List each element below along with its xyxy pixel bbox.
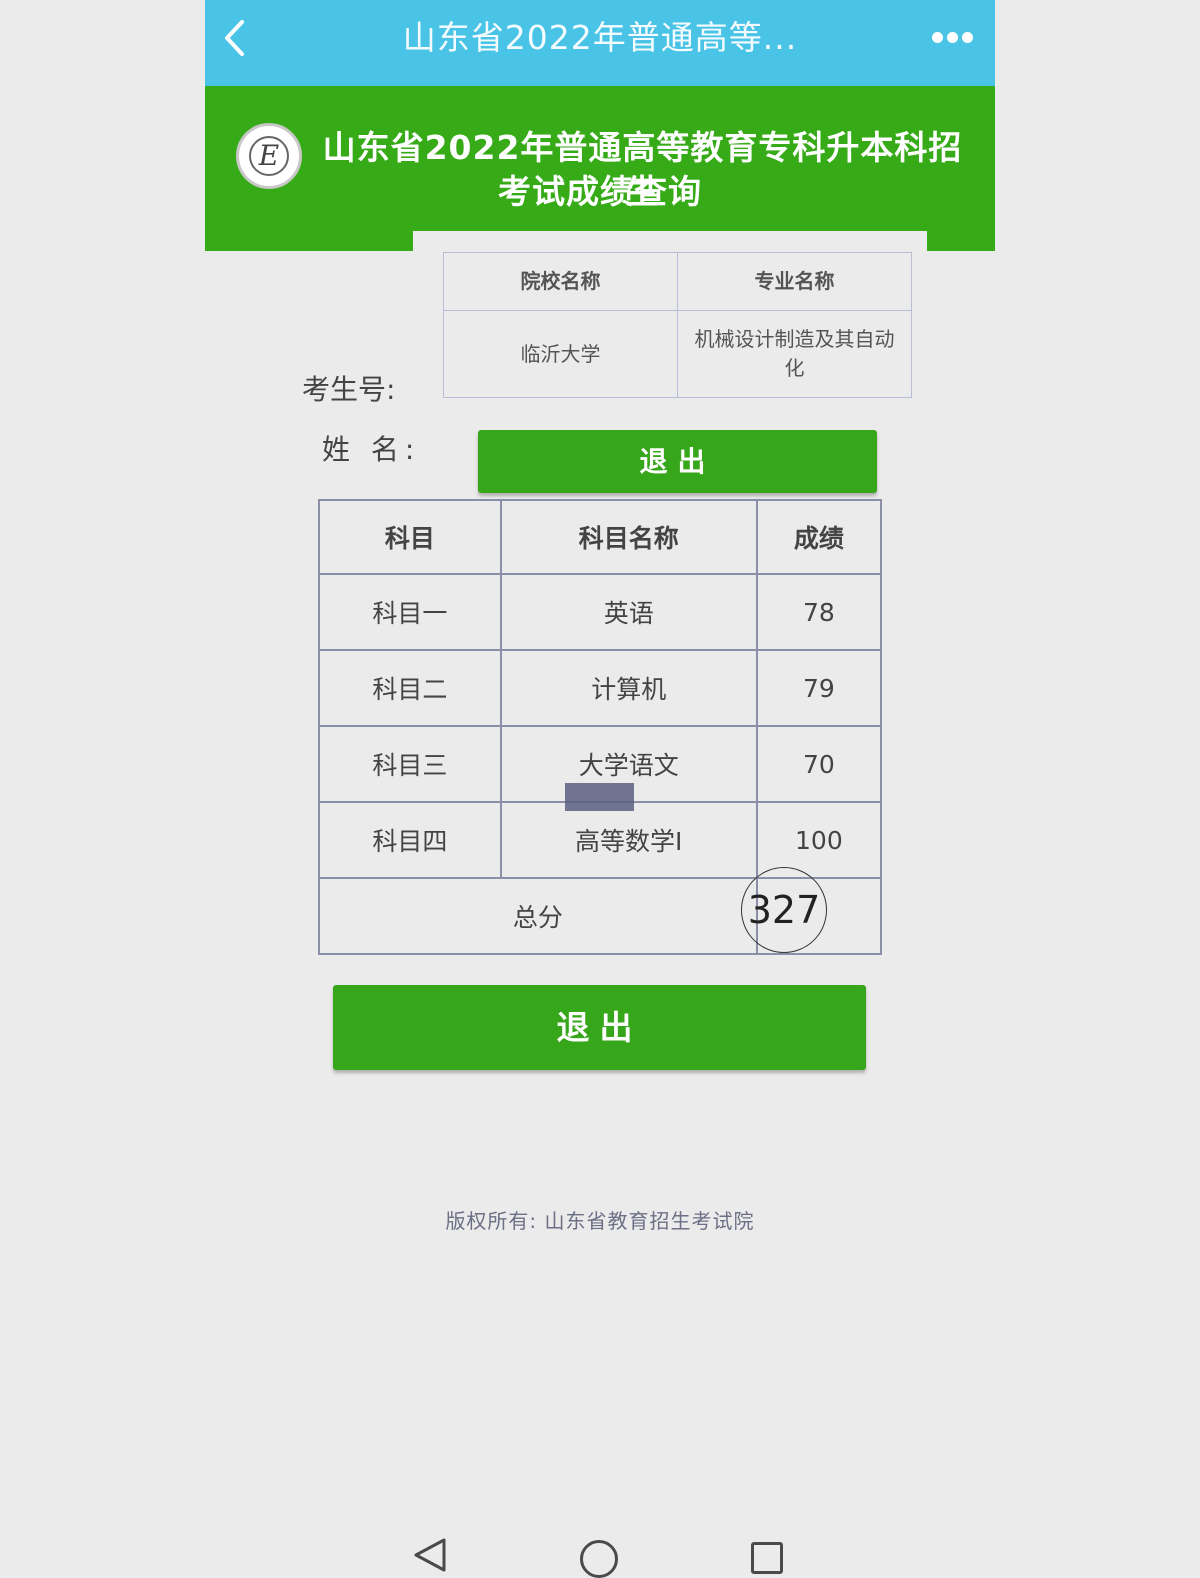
page-title-line2: 考试成绩查询 [498, 172, 702, 211]
name-label: 姓 名: [322, 433, 421, 466]
nav-recent-icon[interactable] [751, 1542, 783, 1574]
college-table: 院校名称 专业名称 临沂大学 机械设计制造及其自动化 [443, 252, 912, 398]
copyright-text: 版权所有: 山东省教育招生考试院 [445, 1209, 755, 1233]
subject-cell: 科目三 [318, 725, 502, 803]
score-header-name: 科目名称 [499, 499, 758, 575]
college-header-school: 院校名称 [443, 252, 678, 311]
subject-cell: 科目二 [318, 649, 502, 727]
college-school: 临沂大学 [443, 310, 678, 398]
score-cell: 78 [755, 573, 883, 651]
exam-number-label: 考生号: [302, 373, 396, 406]
subject-cell: 科目四 [318, 801, 502, 879]
score-header-score: 成绩 [755, 499, 883, 575]
nav-title: 山东省2022年普通高等... [402, 18, 798, 57]
college-major: 机械设计制造及其自动化 [677, 310, 912, 398]
total-label: 总分 [318, 877, 758, 955]
subject-name-cell: 英语 [499, 573, 758, 651]
score-cell: 70 [755, 725, 883, 803]
logo-emblem: E [249, 136, 289, 176]
score-cell: 79 [755, 649, 883, 727]
subject-cell: 科目一 [318, 573, 502, 651]
table-row: 科目二 计算机 79 [318, 649, 883, 727]
more-icon[interactable] [932, 28, 980, 44]
logout-button-top[interactable]: 退出 [478, 430, 877, 493]
redaction-mark [565, 783, 634, 811]
subject-name-cell: 计算机 [499, 649, 758, 727]
nav-home-icon[interactable] [580, 1540, 618, 1578]
score-header-subject: 科目 [318, 499, 502, 575]
table-row: 科目一 英语 78 [318, 573, 883, 651]
logout-button[interactable]: 退出 [333, 985, 866, 1070]
nav-back-icon[interactable] [412, 1538, 448, 1572]
college-header-major: 专业名称 [677, 252, 912, 311]
back-icon[interactable] [222, 18, 246, 58]
subject-name-cell: 高等数学I [499, 801, 758, 879]
total-score: 327 [747, 888, 821, 932]
page-title-line1: 山东省2022年普通高等教育专科升本科招生 [322, 128, 963, 211]
